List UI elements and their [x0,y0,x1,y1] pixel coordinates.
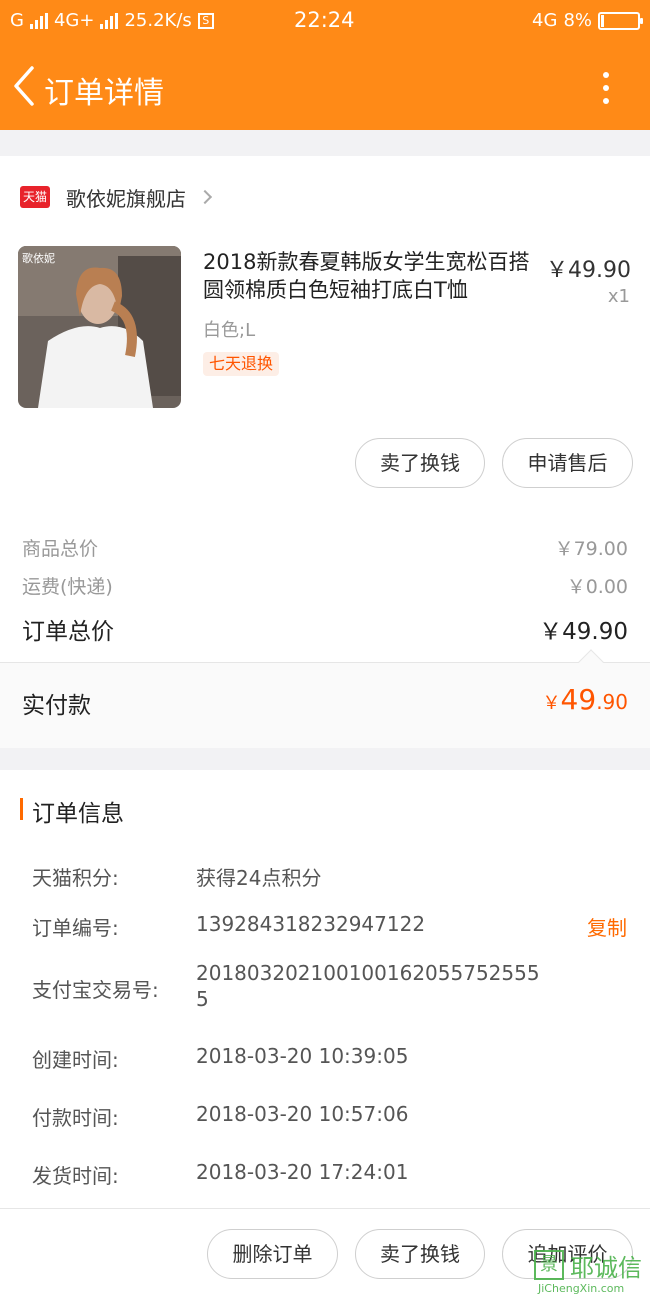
order-total-value: ￥49.90 [539,619,628,645]
chevron-right-icon [197,189,213,205]
more-vertical-icon [603,72,609,78]
alipay-label: 支付宝交易号: [32,978,159,1002]
order-info-title: 订单信息 [32,801,124,827]
goods-total-label: 商品总价 [22,538,99,560]
chevron-left-icon [14,66,34,106]
shipping-label: 运费(快递) [22,576,113,598]
product-photo: 歌依妮 [18,246,181,408]
status-time: 22:24 [294,8,355,32]
product-sku: 白色;L [203,320,256,341]
status-left: G 4G+ 25.2K/s S [10,10,214,31]
paid-currency: ￥ [542,693,561,714]
more-dot [603,98,609,104]
shop-row[interactable]: 天猫 歌依妮旗舰店 [20,182,213,212]
points-label: 天猫积分: [32,866,119,890]
product-image[interactable]: 歌依妮 [18,246,181,408]
created-label: 创建时间: [32,1048,119,1072]
shipped-label: 发货时间: [32,1164,119,1188]
copy-button[interactable]: 复制 [587,912,627,941]
return-badge: 七天退换 [203,352,280,376]
shipping-value: ￥0.00 [566,576,628,598]
signal-icon [29,12,48,29]
order-total-row: 订单总价 ￥49.90 [22,612,628,646]
watermark-logo-icon: 景 [534,1250,564,1280]
more-button[interactable] [592,68,620,108]
paid-label: 实付款 [22,693,91,719]
section-accent-bar [20,798,23,820]
product-image-watermark: 歌依妮 [22,251,55,265]
s-icon: S [197,12,214,29]
alipay-value: 2018032021001001620557525555 [196,961,540,1011]
product-name[interactable]: 2018新款春夏韩版女学生宽松百搭圆领棉质白色短袖打底白T恤 [203,248,533,304]
carrier-label: G [10,10,24,31]
page-title: 订单详情 [44,76,164,111]
paid-dec: .90 [596,690,628,714]
back-button[interactable] [8,64,44,108]
bottom-sell-button[interactable]: 卖了换钱 [355,1229,485,1279]
delete-order-button[interactable]: 删除订单 [207,1229,338,1279]
network-right-label: 4G [532,10,558,31]
order-item-card: 天猫 歌依妮旗舰店 歌依妮 2018新款春夏韩版女学生宽松百搭圆领棉质白色短袖打… [0,156,650,748]
paid-amount: ￥49.90 [543,683,628,716]
shipping-row: 运费(快递) ￥0.00 [22,572,628,599]
status-bar: G 4G+ 25.2K/s S 22:24 4G 8% [0,0,650,44]
order-total-label: 订单总价 [22,619,114,645]
more-dot [603,85,609,91]
app-header: G 4G+ 25.2K/s S 22:24 4G 8% 订单详情 [0,0,650,130]
divider [0,1208,650,1209]
paid-time-label: 付款时间: [32,1106,119,1130]
order-no-label: 订单编号: [32,916,119,940]
item-sell-button[interactable]: 卖了换钱 [355,438,485,488]
order-info-card: 订单信息 天猫积分: 获得24点积分 订单编号: 139284318232947… [0,770,650,1300]
watermark-site: JiChengXin.com [538,1282,625,1295]
site-watermark: 景 耶诚信 JiChengXin.com [534,1250,646,1296]
goods-total-value: ￥79.00 [554,538,628,560]
shop-name: 歌依妮旗舰店 [66,186,186,211]
paid-time-value: 2018-03-20 10:57:06 [196,1102,409,1126]
net-speed: 25.2K/s [124,10,192,31]
tmall-logo-icon: 天猫 [20,186,50,208]
shipped-value: 2018-03-20 17:24:01 [196,1160,409,1184]
signal-icon-2 [100,12,119,29]
order-no-value: 139284318232947122 [196,912,426,936]
battery-percent: 8% [563,10,592,31]
created-value: 2018-03-20 10:39:05 [196,1044,409,1068]
product-price: ￥49.90 [546,258,631,283]
network-label: 4G+ [53,10,95,31]
watermark-text: 耶诚信 [570,1254,642,1282]
points-value: 获得24点积分 [196,866,322,890]
product-qty: x1 [607,286,630,307]
after-sale-button[interactable]: 申请售后 [502,438,633,488]
status-right: 4G 8% [532,10,643,31]
goods-total-row: 商品总价 ￥79.00 [22,534,628,561]
divider [0,662,650,663]
paid-int: 49 [560,683,597,716]
battery-icon [598,11,643,30]
battery-fill [601,14,604,27]
